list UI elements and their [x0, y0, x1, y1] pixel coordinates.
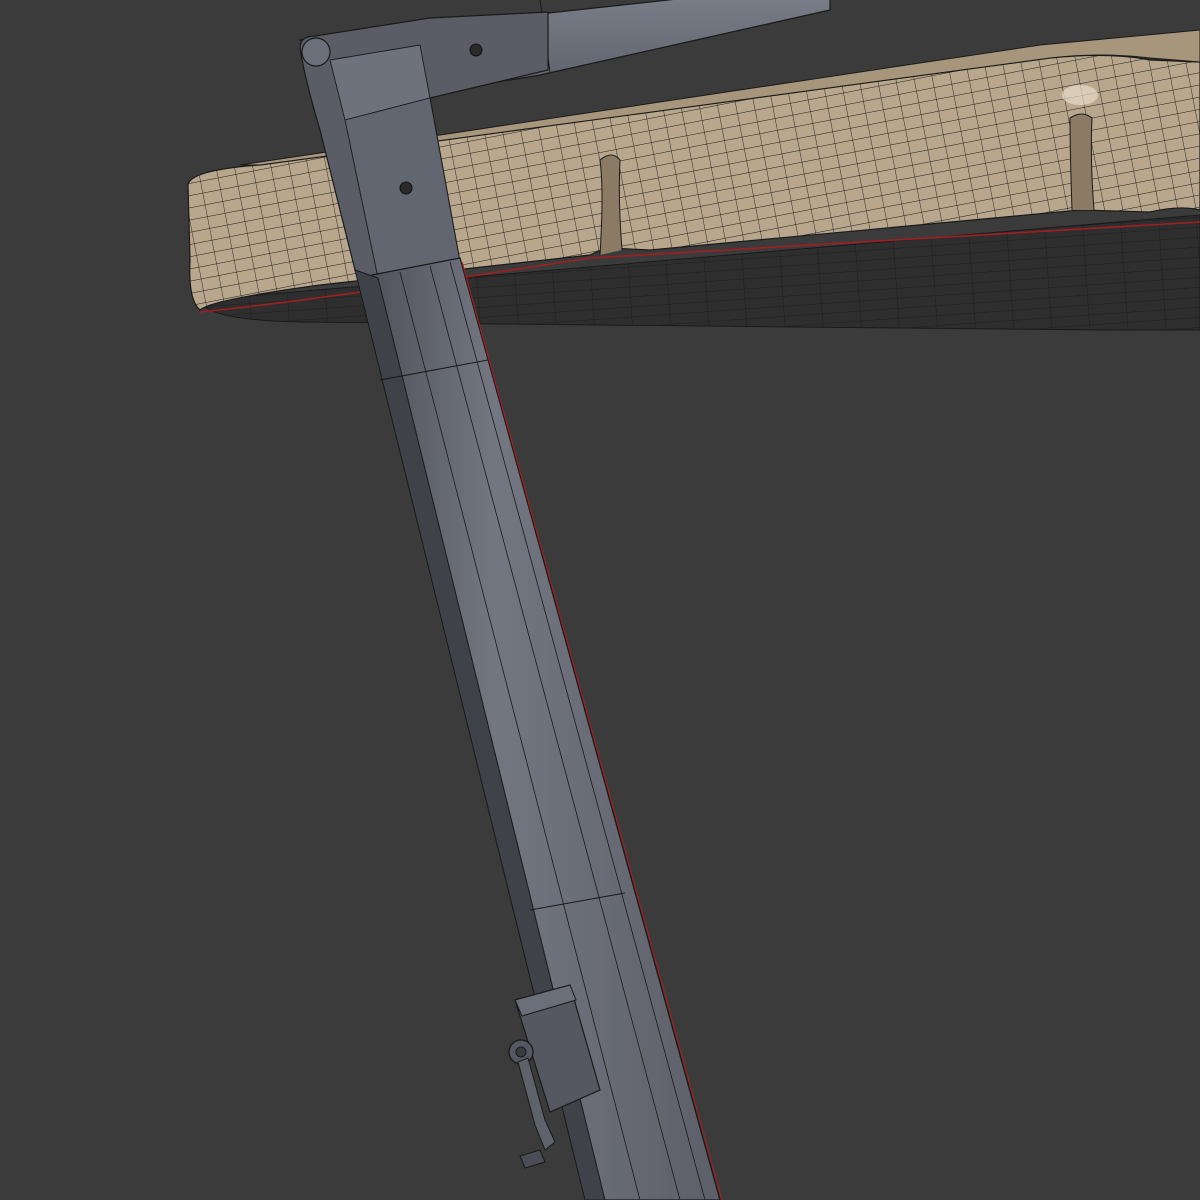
bolt-icon	[469, 43, 483, 57]
bolt-icon	[399, 181, 413, 195]
viewport-render	[187, 0, 1200, 1200]
